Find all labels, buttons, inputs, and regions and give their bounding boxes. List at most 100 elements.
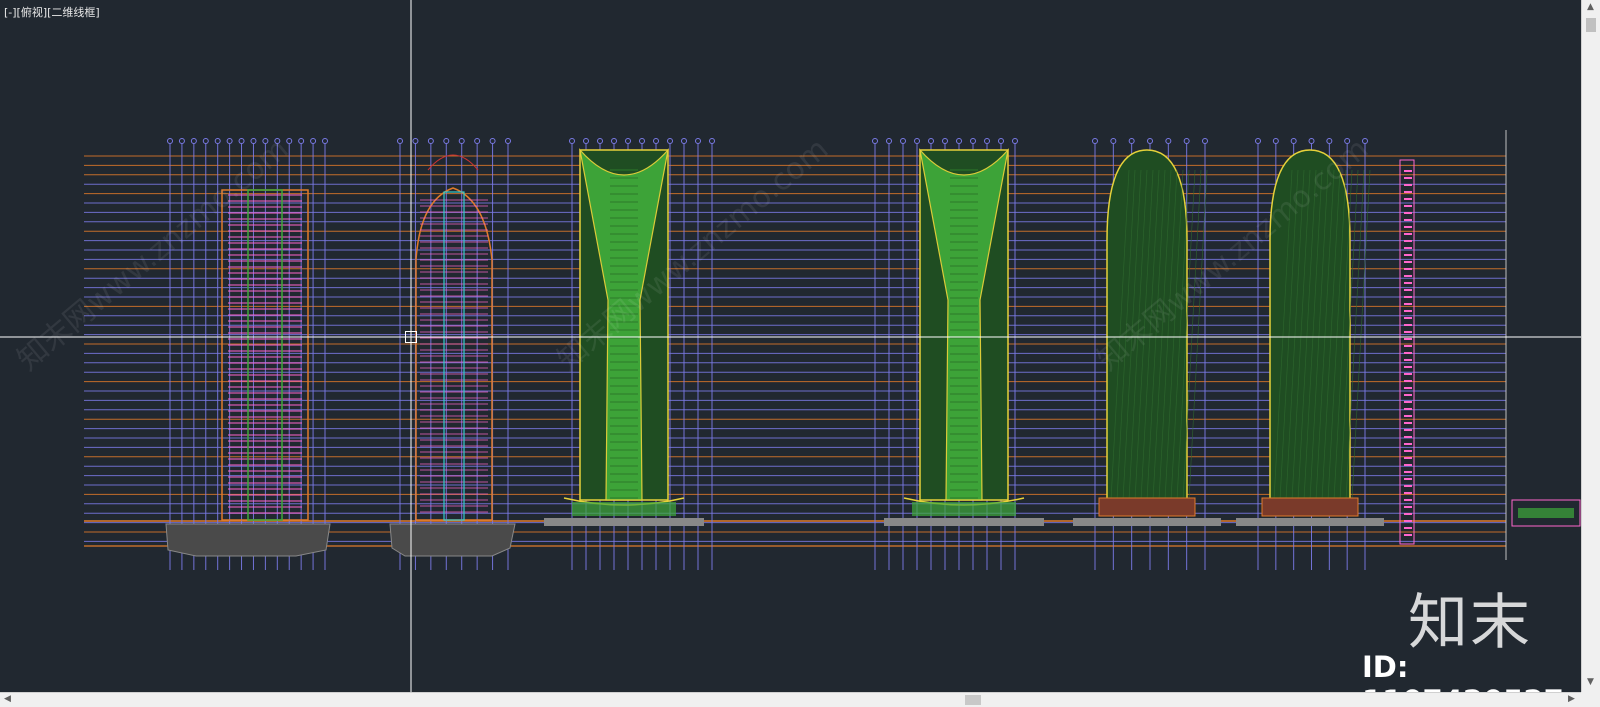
- section-mark: [1404, 366, 1412, 368]
- axis-marker: [167, 138, 173, 144]
- section-mark: [1404, 268, 1412, 270]
- section-mark: [1404, 457, 1412, 459]
- section-mark: [1404, 436, 1412, 438]
- section-mark: [1404, 408, 1412, 410]
- section-mark: [1404, 485, 1412, 487]
- tower-podium: [165, 523, 331, 557]
- cursor-pickbox: [405, 331, 417, 343]
- axis-marker: [1092, 138, 1098, 144]
- scroll-right-icon[interactable]: ▶: [1568, 695, 1575, 704]
- section-mark: [1404, 429, 1412, 431]
- axis-marker: [310, 138, 317, 144]
- axis-marker: [1362, 138, 1368, 144]
- section-mark: [1404, 261, 1412, 263]
- section-mark: [1404, 345, 1412, 347]
- section-mark: [1404, 471, 1412, 473]
- section-mark: [1404, 310, 1412, 312]
- section-mark: [1404, 191, 1412, 193]
- section-mark: [1404, 338, 1412, 340]
- axis-marker: [412, 138, 419, 144]
- axis-marker: [458, 138, 465, 144]
- section-mark: [1404, 240, 1412, 242]
- section-mark: [1404, 331, 1412, 333]
- axis-marker: [942, 138, 948, 144]
- axis-marker: [397, 138, 403, 144]
- vertical-scrollbar[interactable]: ▲ ▼: [1581, 0, 1600, 692]
- tower-base: [912, 502, 1016, 516]
- axis-marker: [286, 138, 293, 144]
- section-mark: [1404, 296, 1412, 298]
- tower-podium: [389, 523, 516, 557]
- axis-marker: [928, 138, 934, 144]
- section-mark: [1404, 303, 1412, 305]
- tower-base: [1098, 497, 1196, 517]
- axis-marker: [489, 138, 496, 144]
- axis-marker: [178, 138, 185, 144]
- tower-plinth: [1073, 518, 1221, 526]
- section-mark: [1404, 352, 1412, 354]
- axis-marker: [505, 138, 511, 144]
- axis-marker: [886, 138, 892, 144]
- section-mark: [1404, 177, 1412, 179]
- axis-marker: [226, 138, 233, 144]
- drawing-viewport[interactable]: [-][俯视][二维线框] 知末网www.znzmo.com 知末网www.zn…: [0, 0, 1581, 692]
- section-mark: [1404, 233, 1412, 235]
- axis-marker: [1202, 138, 1208, 144]
- detail-fill: [1518, 508, 1574, 518]
- scroll-down-icon[interactable]: ▼: [1587, 678, 1594, 687]
- viewport-label[interactable]: [-][俯视][二维线框]: [4, 4, 100, 20]
- section-mark: [1404, 380, 1412, 382]
- section-mark: [1404, 499, 1412, 501]
- axis-marker: [681, 138, 687, 144]
- tower-plinth: [884, 518, 1044, 526]
- axis-marker: [298, 138, 305, 144]
- axis-marker: [583, 138, 589, 144]
- section-mark: [1404, 492, 1412, 494]
- axis-marker: [443, 138, 450, 144]
- axis-marker: [984, 138, 990, 144]
- section-mark: [1404, 324, 1412, 326]
- tower-plinth: [1236, 518, 1384, 526]
- axis-marker: [1272, 138, 1279, 144]
- horizontal-scroll-thumb[interactable]: [965, 695, 981, 705]
- section-mark: [1404, 254, 1412, 256]
- axis-marker: [214, 138, 221, 144]
- scrollbar-corner: [1581, 692, 1600, 707]
- section-mark: [1404, 317, 1412, 319]
- section-mark: [1404, 394, 1412, 396]
- section-mark: [1404, 401, 1412, 403]
- axis-marker: [1012, 138, 1018, 144]
- section-mark: [1404, 506, 1412, 508]
- section-mark: [1404, 534, 1412, 536]
- section-mark: [1404, 289, 1412, 291]
- section-mark: [1404, 198, 1412, 200]
- watermark-logo: 知末: [1408, 588, 1532, 658]
- scroll-up-icon[interactable]: ▲: [1587, 3, 1594, 12]
- tower-crown: [427, 154, 479, 171]
- axis-marker: [709, 138, 715, 144]
- scroll-left-icon[interactable]: ◀: [4, 695, 11, 704]
- section-mark: [1404, 205, 1412, 207]
- axis-marker: [1308, 138, 1315, 144]
- axis-marker: [569, 138, 575, 144]
- section-mark: [1404, 520, 1412, 522]
- axis-marker: [1110, 138, 1117, 144]
- axis-marker: [695, 138, 701, 144]
- tower-plinth: [544, 518, 704, 526]
- horizontal-scrollbar[interactable]: ◀ ▶: [0, 692, 1581, 707]
- axis-marker: [872, 138, 878, 144]
- section-mark: [1404, 184, 1412, 186]
- elevation-drawing[interactable]: [0, 0, 1581, 692]
- section-mark: [1404, 373, 1412, 375]
- axis-marker: [900, 138, 906, 144]
- axis-marker: [667, 138, 673, 144]
- axis-marker: [190, 138, 197, 144]
- axis-marker: [611, 138, 617, 144]
- axis-marker: [1183, 138, 1190, 144]
- axis-marker: [238, 138, 245, 144]
- axis-marker: [427, 138, 434, 144]
- axis-marker: [914, 138, 920, 144]
- vertical-scroll-thumb[interactable]: [1586, 18, 1596, 32]
- axis-marker: [1147, 138, 1153, 144]
- axis-marker: [653, 138, 659, 144]
